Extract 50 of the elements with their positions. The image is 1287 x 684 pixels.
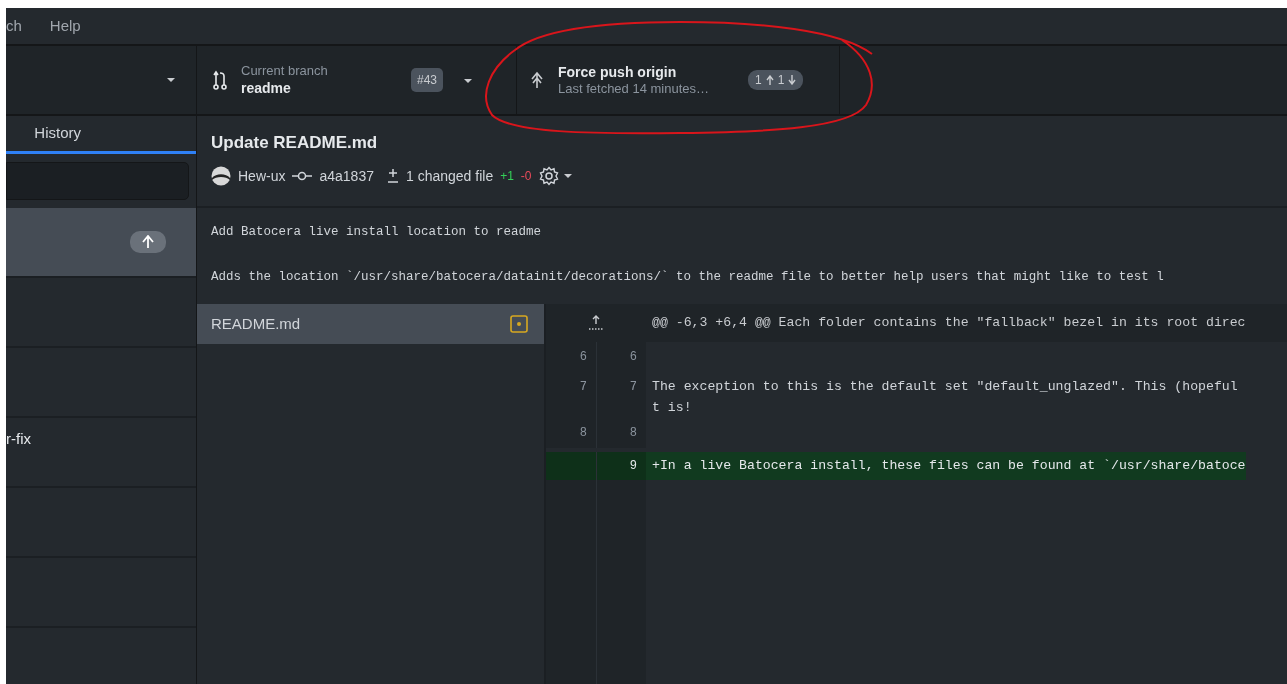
expand-up-icon[interactable] (589, 315, 603, 331)
last-fetched-text: Last fetched 14 minutes… (558, 81, 711, 97)
diff-icon (387, 168, 399, 184)
down-arrow-icon (788, 75, 797, 85)
pull-request-icon (213, 70, 227, 90)
file-name: README.md (211, 313, 301, 334)
added-line: +In a live Batocera install, these files can be found at `/usr/share/batoce (652, 457, 1246, 475)
line-number: 7 (596, 372, 646, 418)
up-arrow-icon (765, 75, 774, 85)
modified-file-icon (510, 315, 528, 333)
commit-title: r-fix (6, 429, 31, 449)
branch-label: Current branch (241, 63, 329, 79)
ahead-behind-badge[interactable]: 1 1 (748, 70, 804, 90)
avatar-icon (211, 166, 231, 186)
filter-field[interactable] (6, 162, 189, 200)
commit-description: Adds the location `/usr/share/batocera/datainit/decorations/` to the readme file to better help users that might like to test l (211, 268, 1165, 286)
menu-item[interactable]: Help (49, 14, 81, 38)
hunk-header: @@ -6,3 +6,4 @@ Each folder contains the "fallback" bezel in its root direc (651, 314, 1246, 333)
line-number: 7 (546, 372, 596, 418)
line-number: 8 (546, 418, 596, 448)
line-number: 9 (596, 452, 646, 480)
caret-icon[interactable] (463, 77, 474, 84)
line-number: 6 (546, 342, 596, 372)
deletions-count: -0 (520, 168, 532, 185)
author-name: Hew-ux (238, 166, 286, 186)
caret-icon[interactable] (166, 77, 176, 83)
caret-icon (562, 173, 573, 179)
line-number: 6 (596, 342, 646, 372)
branch-name[interactable]: readme (241, 78, 411, 97)
changed-files-count: 1 changed file (406, 166, 494, 186)
menu-item[interactable]: ch (6, 14, 22, 38)
push-arrow-icon (531, 71, 543, 89)
code-line-wrap: t is! (652, 399, 693, 417)
pull-request-badge[interactable]: #43 (411, 68, 444, 92)
gutter-cell (546, 452, 596, 480)
history-tab[interactable]: History (6, 116, 196, 154)
changed-file-item[interactable]: README.md (197, 304, 544, 344)
commit-title: Update README.md (211, 132, 379, 154)
settings-button[interactable] (538, 166, 573, 186)
additions-count: +1 (500, 168, 514, 185)
commit-list-item[interactable] (6, 208, 196, 278)
commit-sha: a4a1837 (319, 166, 374, 186)
line-number: 8 (596, 418, 646, 448)
commit-list-item[interactable]: r-fix (6, 418, 196, 488)
code-line: The exception to this is the default set "default_unglazed". This (hopeful (652, 378, 1238, 396)
commit-message: Add Batocera live install location to readme (211, 224, 543, 241)
settings-icon (538, 166, 559, 186)
commit-icon (292, 171, 313, 181)
up-arrow-icon (142, 235, 154, 249)
push-title[interactable]: Force push origin (558, 63, 748, 82)
